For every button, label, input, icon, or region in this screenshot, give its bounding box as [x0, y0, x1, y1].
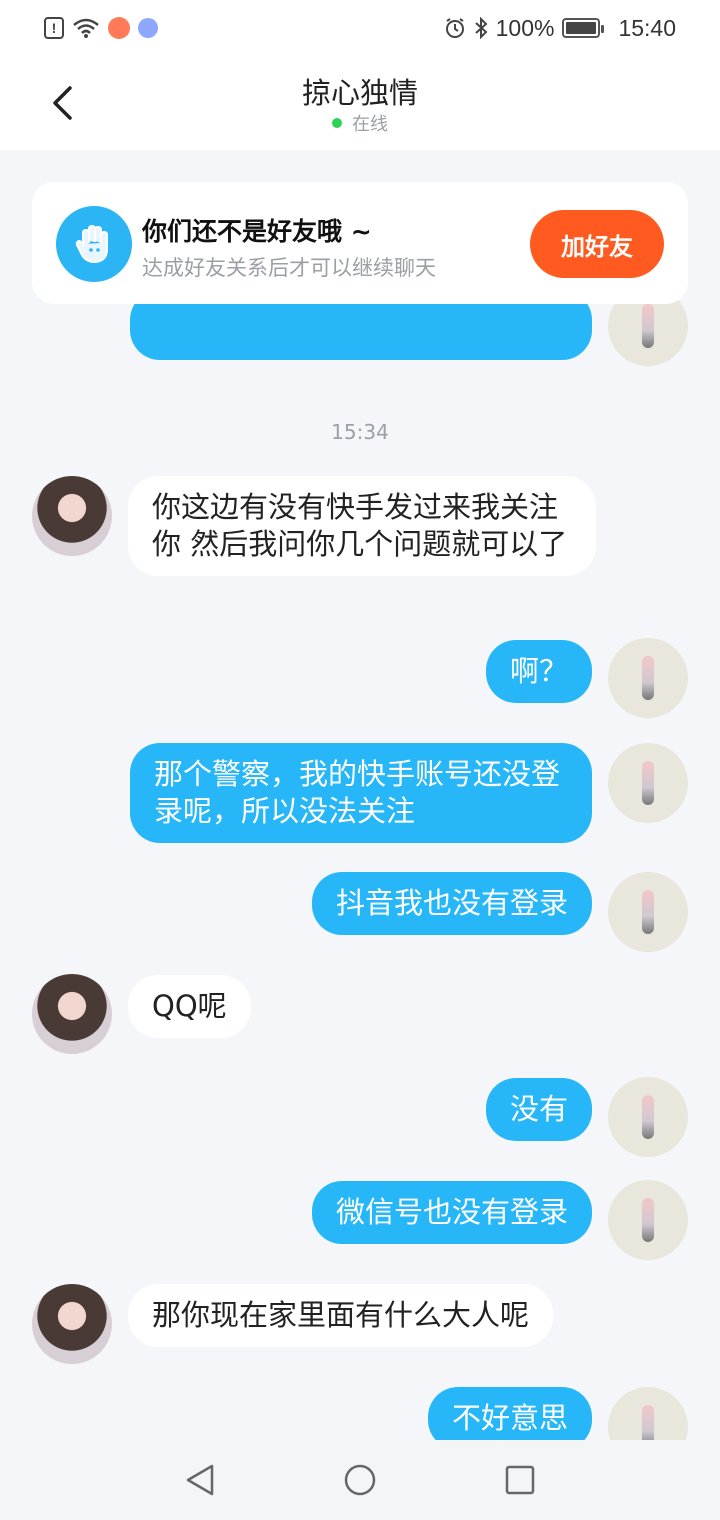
triangle-back-icon — [186, 1464, 214, 1496]
add-friend-banner: 你们还不是好友哦 ~ 达成好友关系后才可以继续聊天 加好友 — [32, 182, 688, 304]
contact-name: 掠心独情 — [301, 76, 418, 110]
notification-app-icon-2 — [138, 18, 158, 38]
my-avatar[interactable] — [608, 743, 688, 823]
battery-percent: 100% — [495, 14, 555, 41]
message-bubble[interactable]: 没有 — [485, 1078, 592, 1141]
nav-recents-button[interactable] — [490, 1450, 550, 1510]
contact-avatar[interactable] — [32, 974, 112, 1054]
message-bubble[interactable]: 那你现在家里面有什么大人呢 — [128, 1284, 554, 1347]
my-avatar[interactable] — [608, 1387, 688, 1440]
message-bubble[interactable]: 不好意思 — [427, 1387, 592, 1440]
banner-title: 你们还不是好友哦 ~ — [142, 217, 372, 246]
nav-home-button[interactable] — [330, 1450, 390, 1510]
circle-home-icon — [344, 1464, 376, 1496]
message-bubble[interactable]: 你这边有没有快手发过来我关注你 然后我问你几个问题就可以了 — [128, 476, 596, 576]
message-bubble[interactable]: 那个警察，我的快手账号还没登录呢，所以没法关注 — [130, 743, 592, 843]
alert-icon: ! — [44, 17, 64, 39]
notification-app-icon — [108, 17, 130, 39]
wifi-icon — [72, 17, 100, 39]
banner-subtitle: 达成好友关系后才可以继续聊天 — [142, 256, 436, 280]
system-navigation-bar — [0, 1440, 720, 1520]
message-bubble[interactable]: 微信号也没有登录 — [311, 1181, 592, 1244]
wave-hand-icon — [56, 206, 132, 282]
my-avatar[interactable] — [608, 872, 688, 952]
alarm-icon — [444, 17, 466, 39]
message-timestamp: 15:34 — [331, 420, 389, 444]
online-status-label: 在线 — [352, 114, 388, 135]
square-recents-icon — [505, 1465, 535, 1495]
chat-header: 掠心独情 在线 — [0, 56, 720, 150]
add-friend-button[interactable]: 加好友 — [530, 210, 664, 278]
my-avatar[interactable] — [608, 1180, 688, 1260]
chat-messages[interactable]: 你们还不是好友哦 ~ 达成好友关系后才可以继续聊天 加好友 15:34 你这边有… — [0, 150, 720, 1440]
status-bar: ! 100% 15:40 — [0, 0, 720, 56]
message-bubble[interactable]: 抖音我也没有登录 — [311, 872, 592, 935]
clock: 15:40 — [618, 14, 676, 41]
status-right-icons: 100% 15:40 — [444, 15, 676, 42]
online-dot-icon — [332, 118, 342, 128]
message-bubble[interactable]: QQ呢 — [128, 975, 251, 1038]
contact-avatar[interactable] — [32, 476, 112, 556]
battery-icon — [562, 18, 605, 38]
contact-avatar[interactable] — [32, 1284, 112, 1364]
bluetooth-icon — [474, 17, 488, 39]
status-left-icons: ! — [44, 17, 158, 39]
online-status: 在线 — [0, 110, 720, 136]
my-avatar[interactable] — [608, 638, 688, 718]
message-bubble[interactable]: 啊？ — [485, 640, 592, 703]
nav-back-button[interactable] — [170, 1450, 230, 1510]
my-avatar[interactable] — [608, 1077, 688, 1157]
